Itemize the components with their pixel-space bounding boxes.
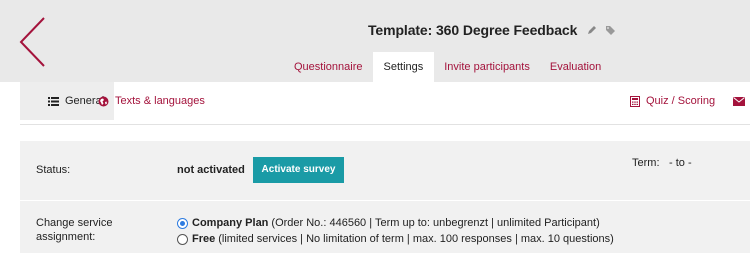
main-tabs: Questionnaire Settings Invite participan…: [284, 52, 611, 82]
status-value: not activated: [177, 164, 245, 176]
tab-questionnaire[interactable]: Questionnaire: [284, 52, 373, 82]
list-icon: [48, 96, 59, 106]
service-assignment-label: Change service assignment:: [36, 216, 112, 244]
envelope-icon[interactable]: [733, 82, 745, 120]
option-company-plan-name: Company Plan: [192, 217, 269, 229]
option-free-name: Free: [192, 233, 216, 245]
tab-invite-participants[interactable]: Invite participants: [434, 52, 540, 82]
settings-subnav: General Texts & languages Quiz / Scoring: [0, 82, 750, 120]
row-divider: [20, 200, 750, 201]
option-company-plan-details: (Order No.: 446560 | Term up to: unbegre…: [271, 217, 600, 229]
subnav-texts-languages-label: Texts & languages: [115, 95, 205, 107]
term-label: Term:: [632, 157, 660, 169]
calculator-icon: [630, 95, 640, 107]
term-value: - to -: [669, 157, 692, 169]
service-label-line1: Change service: [36, 217, 113, 229]
subnav-quiz-scoring-label: Quiz / Scoring: [646, 95, 716, 107]
activate-survey-button[interactable]: Activate survey: [253, 157, 344, 183]
service-label-line2: assignment:: [36, 231, 96, 243]
subnav-divider: [20, 124, 750, 125]
back-chevron-icon[interactable]: [14, 14, 50, 70]
tab-evaluation[interactable]: Evaluation: [540, 52, 611, 82]
option-free[interactable]: Free (limited services | No limitation o…: [177, 233, 614, 245]
option-free-details: (limited services | No limitation of ter…: [218, 233, 614, 245]
page-title: Template: 360 Degree Feedback: [368, 22, 578, 38]
header-bar: Template: 360 Degree Feedback Questionna…: [0, 0, 750, 82]
radio-free[interactable]: [177, 233, 188, 245]
settings-panel: Status: not activated Activate survey Te…: [20, 141, 750, 253]
tag-icon[interactable]: [605, 25, 616, 35]
tab-settings[interactable]: Settings: [372, 52, 435, 82]
globe-icon: [98, 96, 109, 107]
status-label: Status:: [36, 164, 71, 176]
subnav-quiz-scoring[interactable]: Quiz / Scoring: [630, 82, 715, 120]
option-company-plan[interactable]: Company Plan (Order No.: 446560 | Term u…: [177, 217, 600, 229]
title-row: Template: 360 Degree Feedback: [368, 22, 616, 38]
radio-company-plan[interactable]: [177, 217, 188, 229]
subnav-texts-languages[interactable]: Texts & languages: [98, 82, 205, 120]
pencil-icon[interactable]: [587, 25, 597, 35]
